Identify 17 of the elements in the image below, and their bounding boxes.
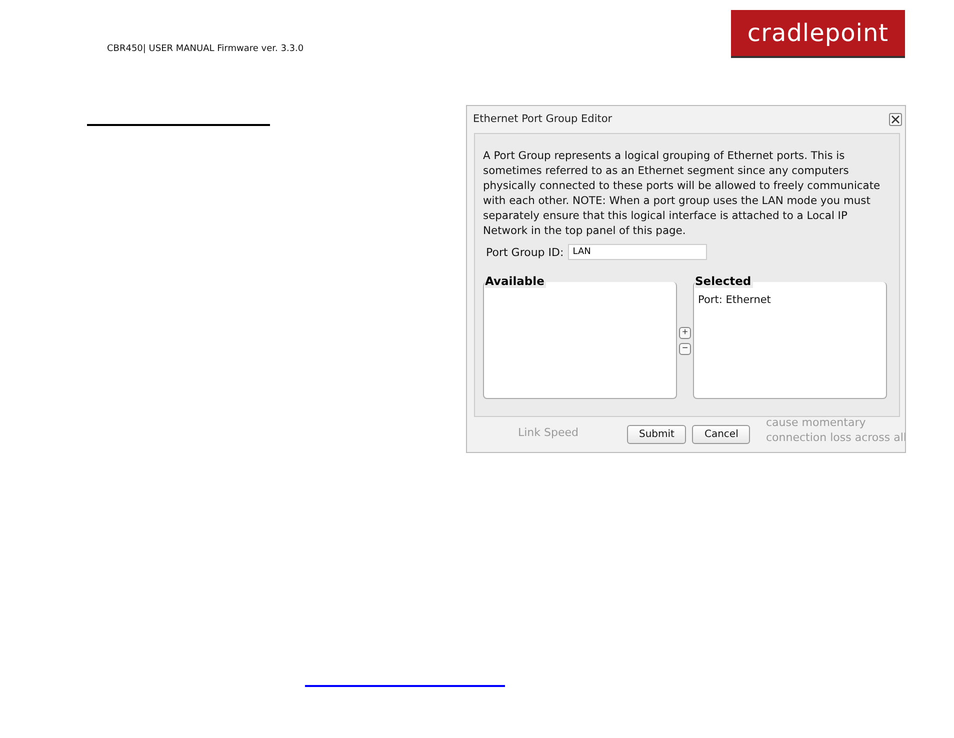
logo: cradlepoint <box>731 10 905 58</box>
close-icon <box>891 114 900 124</box>
description-text: A Port Group represents a logical grouping of Ethernet ports. This is sometimes referred to as an Ethernet segment since any computers physically connected to these ports will be allowed to freely communicate with each other. NOTE: When a port group uses the LAN mode you must separately ensure that this logical interface is attached to a Local IP Network in the top panel of this page. <box>483 148 882 238</box>
close-button[interactable] <box>889 112 902 126</box>
header-text: CBR450| USER MANUAL Firmware ver. 3.3.0 <box>107 44 304 54</box>
background-text: cause momentary <box>766 417 867 430</box>
move-button[interactable]: − <box>679 342 691 354</box>
move-button[interactable]: + <box>679 326 691 338</box>
dialog-button[interactable]: Submit <box>627 425 686 444</box>
list-legend: Selected <box>695 275 754 288</box>
list-item[interactable]: Port: Ethernet <box>694 290 886 306</box>
input-field[interactable]: LAN <box>568 244 707 260</box>
background-label: Link Speed <box>518 426 579 439</box>
field-label: Port Group ID: <box>486 246 564 258</box>
window-title: Ethernet Port Group Editor <box>473 113 612 125</box>
dialog-button[interactable]: Cancel <box>692 425 750 444</box>
list-legend: Available <box>485 275 546 288</box>
